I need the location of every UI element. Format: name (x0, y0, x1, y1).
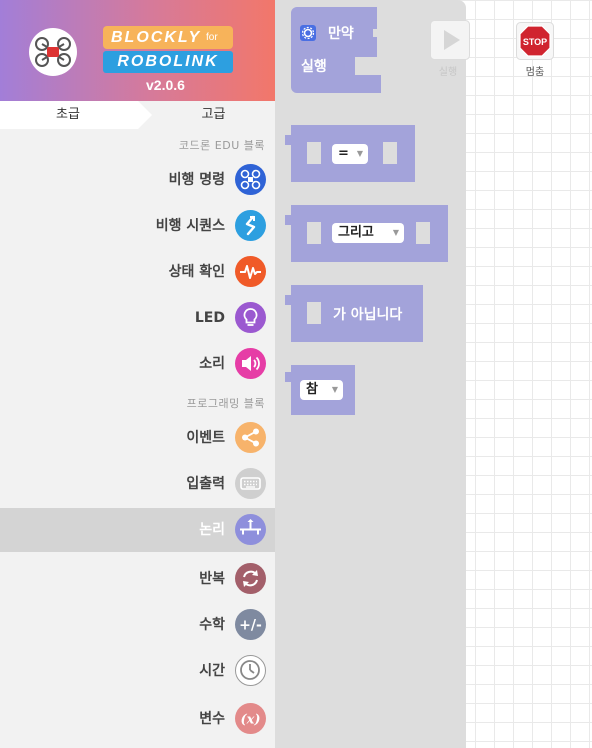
category-time[interactable]: 시간 (0, 649, 275, 693)
gear-icon[interactable] (300, 25, 316, 41)
brand-robolink: ROBOLINK (103, 51, 233, 73)
clock-icon (235, 655, 266, 686)
logic-icon (235, 514, 266, 545)
drone-icon (235, 164, 266, 195)
category-label: 비행 시퀀스 (155, 218, 225, 234)
stop-icon: STOP (516, 22, 554, 60)
category-label: 소리 (199, 356, 225, 372)
drone-logo (29, 28, 77, 76)
play-icon (430, 20, 470, 60)
if-do-block[interactable]: 만약 실행 (291, 7, 381, 99)
category-label: 변수 (199, 711, 225, 727)
not-block[interactable]: 가 아닙니다 (285, 285, 423, 342)
category-flight-sequence[interactable]: 비행 시퀀스 (0, 204, 275, 248)
boolean-block[interactable]: 참 ▼ (285, 365, 355, 415)
category-label: LED (194, 310, 225, 326)
category-math[interactable]: 수학 +/- (0, 603, 275, 647)
category-variable[interactable]: 변수 (x) (0, 697, 275, 741)
category-io[interactable]: 입출력 (0, 462, 275, 506)
block-flyout: 만약 실행 = ▼ 그리고 ▼ 가 아닙니다 참 ▼ (275, 0, 466, 748)
if-label: 만약 (328, 26, 354, 42)
category-label: 이벤트 (186, 430, 225, 446)
and-block[interactable]: 그리고 ▼ (285, 205, 448, 262)
speaker-icon (235, 348, 266, 379)
category-label: 상태 확인 (168, 264, 225, 280)
sequence-icon (235, 210, 266, 241)
run-button[interactable]: 실행 (430, 20, 470, 78)
do-label: 실행 (301, 59, 327, 75)
section-coderone-label: 코드론 EDU 블록 (178, 139, 265, 152)
stop-sign-text: STOP (523, 37, 547, 47)
tab-advanced[interactable]: 고급 (152, 101, 275, 129)
svg-text:+/-: +/- (239, 618, 262, 634)
stop-label: 멈춤 (525, 67, 545, 78)
brand-for: for (203, 31, 221, 45)
category-led[interactable]: LED (0, 296, 275, 340)
boolean-dropdown[interactable]: 참 ▼ (300, 380, 343, 400)
pulse-icon (235, 256, 266, 287)
dropdown-arrow-icon: ▼ (356, 149, 363, 158)
category-label: 수학 (199, 617, 225, 633)
share-icon (235, 422, 266, 453)
plus-minus-icon: +/- (235, 609, 266, 640)
category-status-check[interactable]: 상태 확인 (0, 250, 275, 294)
section-programming-label: 프로그래밍 블록 (186, 397, 265, 410)
loop-icon (235, 563, 266, 594)
keyboard-icon (235, 468, 266, 499)
boolean-value: 참 (306, 382, 318, 397)
operator-value: 그리고 (338, 225, 374, 240)
category-flight-command[interactable]: 비행 명령 (0, 158, 275, 202)
toolbox-sidebar: BLOCKLY for ROBOLINK v2.0.6 초급 고급 코드론 ED… (0, 0, 275, 748)
category-sound[interactable]: 소리 (0, 342, 275, 386)
run-label: 실행 (438, 67, 458, 78)
stop-button[interactable]: STOP 멈춤 (516, 22, 554, 78)
variable-icon: (x) (235, 703, 266, 734)
category-loop[interactable]: 반복 (0, 557, 275, 601)
dropdown-arrow-icon: ▼ (331, 385, 338, 394)
not-label: 가 아닙니다 (333, 307, 403, 323)
category-label: 입출력 (186, 476, 225, 492)
operator-dropdown[interactable]: = ▼ (332, 144, 368, 164)
level-tabs: 초급 고급 (0, 101, 275, 129)
app-header: BLOCKLY for ROBOLINK v2.0.6 (0, 0, 275, 101)
category-event[interactable]: 이벤트 (0, 416, 275, 460)
category-label: 비행 명령 (168, 172, 225, 188)
dropdown-arrow-icon: ▼ (392, 228, 399, 237)
category-logic[interactable]: 논리 (0, 508, 275, 552)
category-label: 시간 (199, 663, 225, 679)
category-label: 반복 (199, 571, 225, 587)
and-or-dropdown[interactable]: 그리고 ▼ (332, 223, 404, 243)
operator-value: = (338, 146, 349, 161)
tab-basic[interactable]: 초급 (0, 101, 152, 129)
compare-block[interactable]: = ▼ (285, 125, 415, 182)
category-label: 논리 (199, 522, 225, 538)
svg-text:(x): (x) (240, 713, 260, 728)
version-label: v2.0.6 (146, 77, 185, 93)
bulb-icon (235, 302, 266, 333)
